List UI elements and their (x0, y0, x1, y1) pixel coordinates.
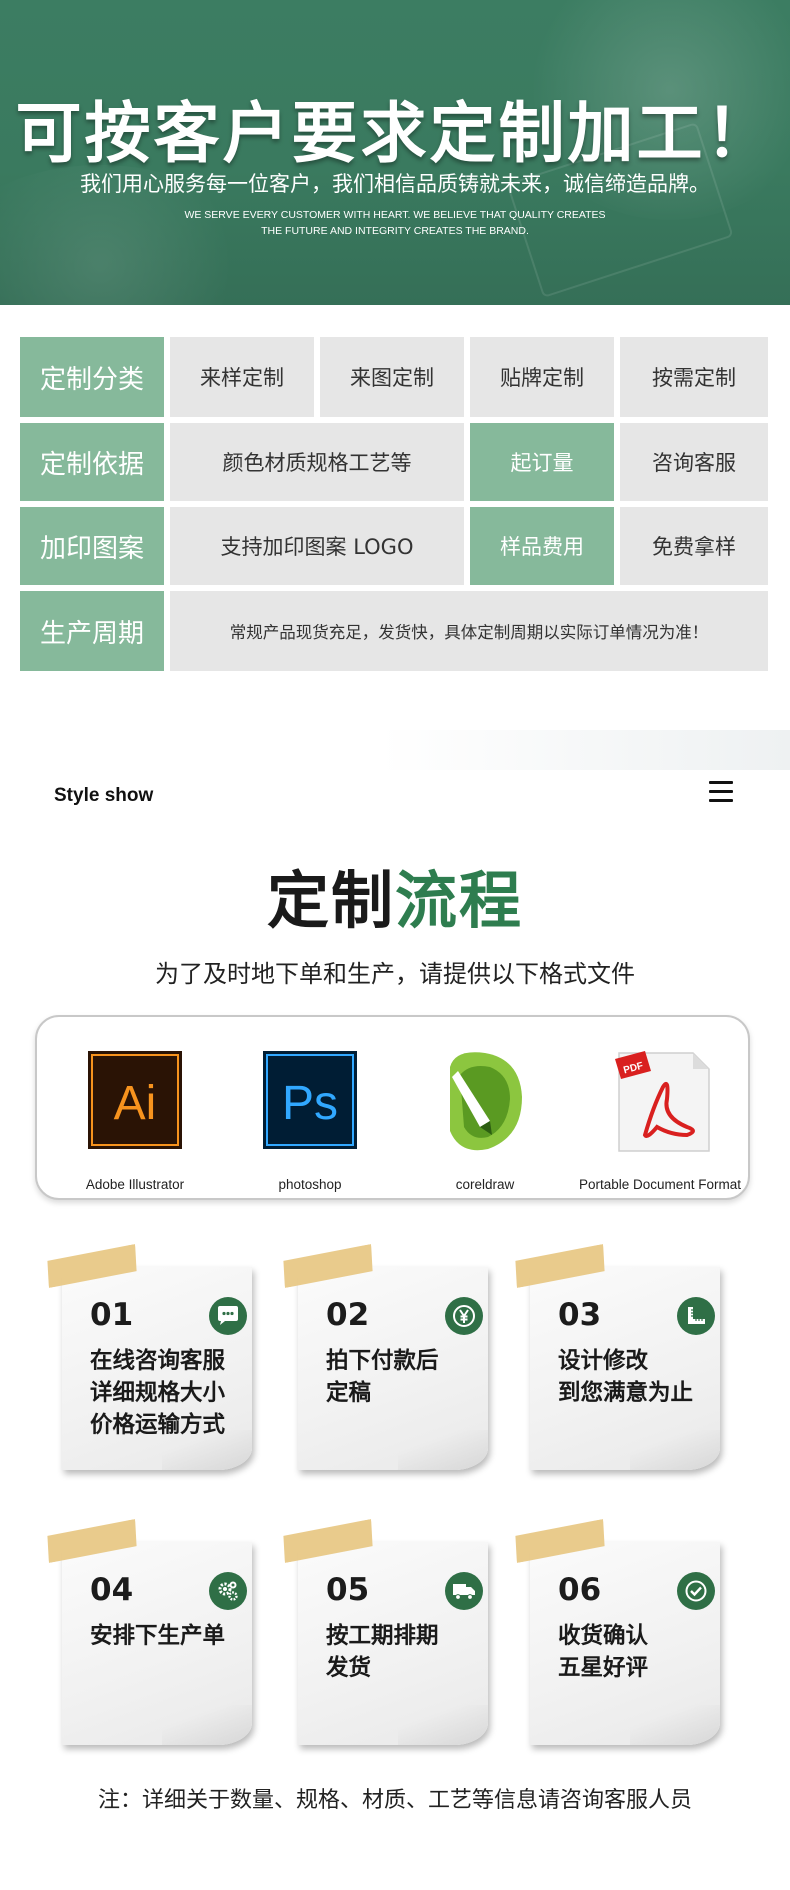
step-number: 02 (326, 1297, 370, 1333)
table-cell: 常规产品现货充足，发货快，具体定制周期以实际订单情况为准！ (170, 591, 768, 671)
table-cell-highlight: 样品费用 (470, 507, 614, 585)
flow-title-part1: 定制 (266, 864, 395, 937)
paper-curl (398, 1705, 488, 1745)
table-cell: 来图定制 (320, 337, 464, 417)
hamburger-menu-icon[interactable] (709, 781, 733, 803)
menu-bar (709, 781, 733, 784)
table-row-header: 定制依据 (20, 423, 164, 501)
banner-english-text: WE SERVE EVERY CUSTOMER WITH HEART. WE B… (0, 207, 790, 239)
step-text: 按工期排期 发货 (326, 1623, 439, 1681)
step-text: 拍下付款后 定稿 (326, 1348, 439, 1406)
format-label: coreldraw (455, 1177, 515, 1192)
table-cell: 颜色材质规格工艺等 (170, 423, 464, 501)
step-text: 设计修改 到您满意为止 (558, 1348, 694, 1406)
flow-title: 定制流程 (0, 850, 790, 940)
flow-title-part2: 流程 (395, 864, 524, 937)
step-number: 04 (90, 1572, 134, 1608)
header-fade-decoration (380, 730, 790, 770)
menu-bar (709, 790, 733, 793)
yen-icon (445, 1297, 483, 1335)
menu-bar (709, 799, 733, 802)
step-card: 01 在线咨询客服 详细规格大小 价格运输方式 (52, 1245, 252, 1470)
banner-english-line: THE FUTURE AND INTEGRITY CREATES THE BRA… (261, 225, 529, 237)
flow-subtitle: 为了及时地下单和生产，请提供以下格式文件 (155, 960, 635, 988)
paper-curl (398, 1430, 488, 1470)
table-cell: 支持加印图案 LOGO (170, 507, 464, 585)
footer-note: 注：详细关于数量、规格、材质、工艺等信息请咨询客服人员 (97, 1788, 692, 1813)
banner-title: 可按客户要求定制加工！ (15, 95, 775, 172)
table-row-header: 加印图案 (20, 507, 164, 585)
step-text: 收货确认 五星好评 (558, 1623, 649, 1681)
gears-icon (209, 1572, 247, 1610)
table-cell: 免费拿样 (620, 507, 768, 585)
step-text: 安排下生产单 (90, 1623, 226, 1649)
table-row-header: 生产周期 (20, 591, 164, 671)
ps-icon-text: Ps (282, 1077, 338, 1130)
truck-icon (445, 1572, 483, 1610)
step-card: 02 拍下付款后 定稿 (288, 1245, 488, 1470)
format-item: Ps photoshop (225, 1047, 395, 1192)
step-number: 01 (90, 1297, 134, 1333)
format-item: Ai Adobe Illustrator (50, 1047, 220, 1192)
checkmark-icon (677, 1572, 715, 1610)
paper-curl (162, 1705, 252, 1745)
coreldraw-icon (450, 1052, 522, 1151)
table-row-header: 定制分类 (20, 337, 164, 417)
step-card: 05 按工期排期 发货 (288, 1520, 488, 1745)
file-formats-panel: Ai Adobe Illustrator Ps photoshop coreld… (35, 1015, 750, 1200)
banner-subtitle: 我们用心服务每一位客户，我们相信品质铸就未来，诚信缔造品牌。 (80, 172, 710, 196)
style-show-label: Style show (54, 785, 154, 806)
format-item: PDF Portable Document Format (575, 1047, 745, 1192)
table-cell: 咨询客服 (620, 423, 768, 501)
table-cell: 来样定制 (170, 337, 314, 417)
paper-curl (630, 1430, 720, 1470)
banner-english-line: WE SERVE EVERY CUSTOMER WITH HEART. WE B… (184, 209, 606, 221)
ruler-icon (677, 1297, 715, 1335)
step-number: 05 (326, 1572, 370, 1608)
table-cell: 按需定制 (620, 337, 768, 417)
pdf-icon: PDF (615, 1051, 710, 1152)
step-number: 06 (558, 1572, 602, 1608)
format-item: coreldraw (400, 1047, 570, 1192)
adobe-illustrator-icon: Ai (88, 1051, 182, 1149)
step-card: 03 设计修改 到您满意为止 (520, 1245, 720, 1470)
photoshop-icon: Ps (263, 1051, 357, 1149)
table-cell: 贴牌定制 (470, 337, 614, 417)
step-card: 06 收货确认 五星好评 (520, 1520, 720, 1745)
format-label: Adobe Illustrator (85, 1177, 185, 1192)
ai-icon-text: Ai (114, 1077, 157, 1130)
chat-icon (209, 1297, 247, 1335)
hero-banner: 可按客户要求定制加工！ 我们用心服务每一位客户，我们相信品质铸就未来，诚信缔造品… (0, 0, 790, 305)
format-label: photoshop (278, 1177, 342, 1192)
step-text: 在线咨询客服 详细规格大小 价格运输方式 (90, 1348, 226, 1438)
step-card: 04 安排下生产单 (52, 1520, 252, 1745)
paper-curl (630, 1705, 720, 1745)
step-number: 03 (558, 1297, 602, 1333)
format-label: Portable Document Format (578, 1177, 742, 1192)
table-cell-highlight: 起订量 (470, 423, 614, 501)
